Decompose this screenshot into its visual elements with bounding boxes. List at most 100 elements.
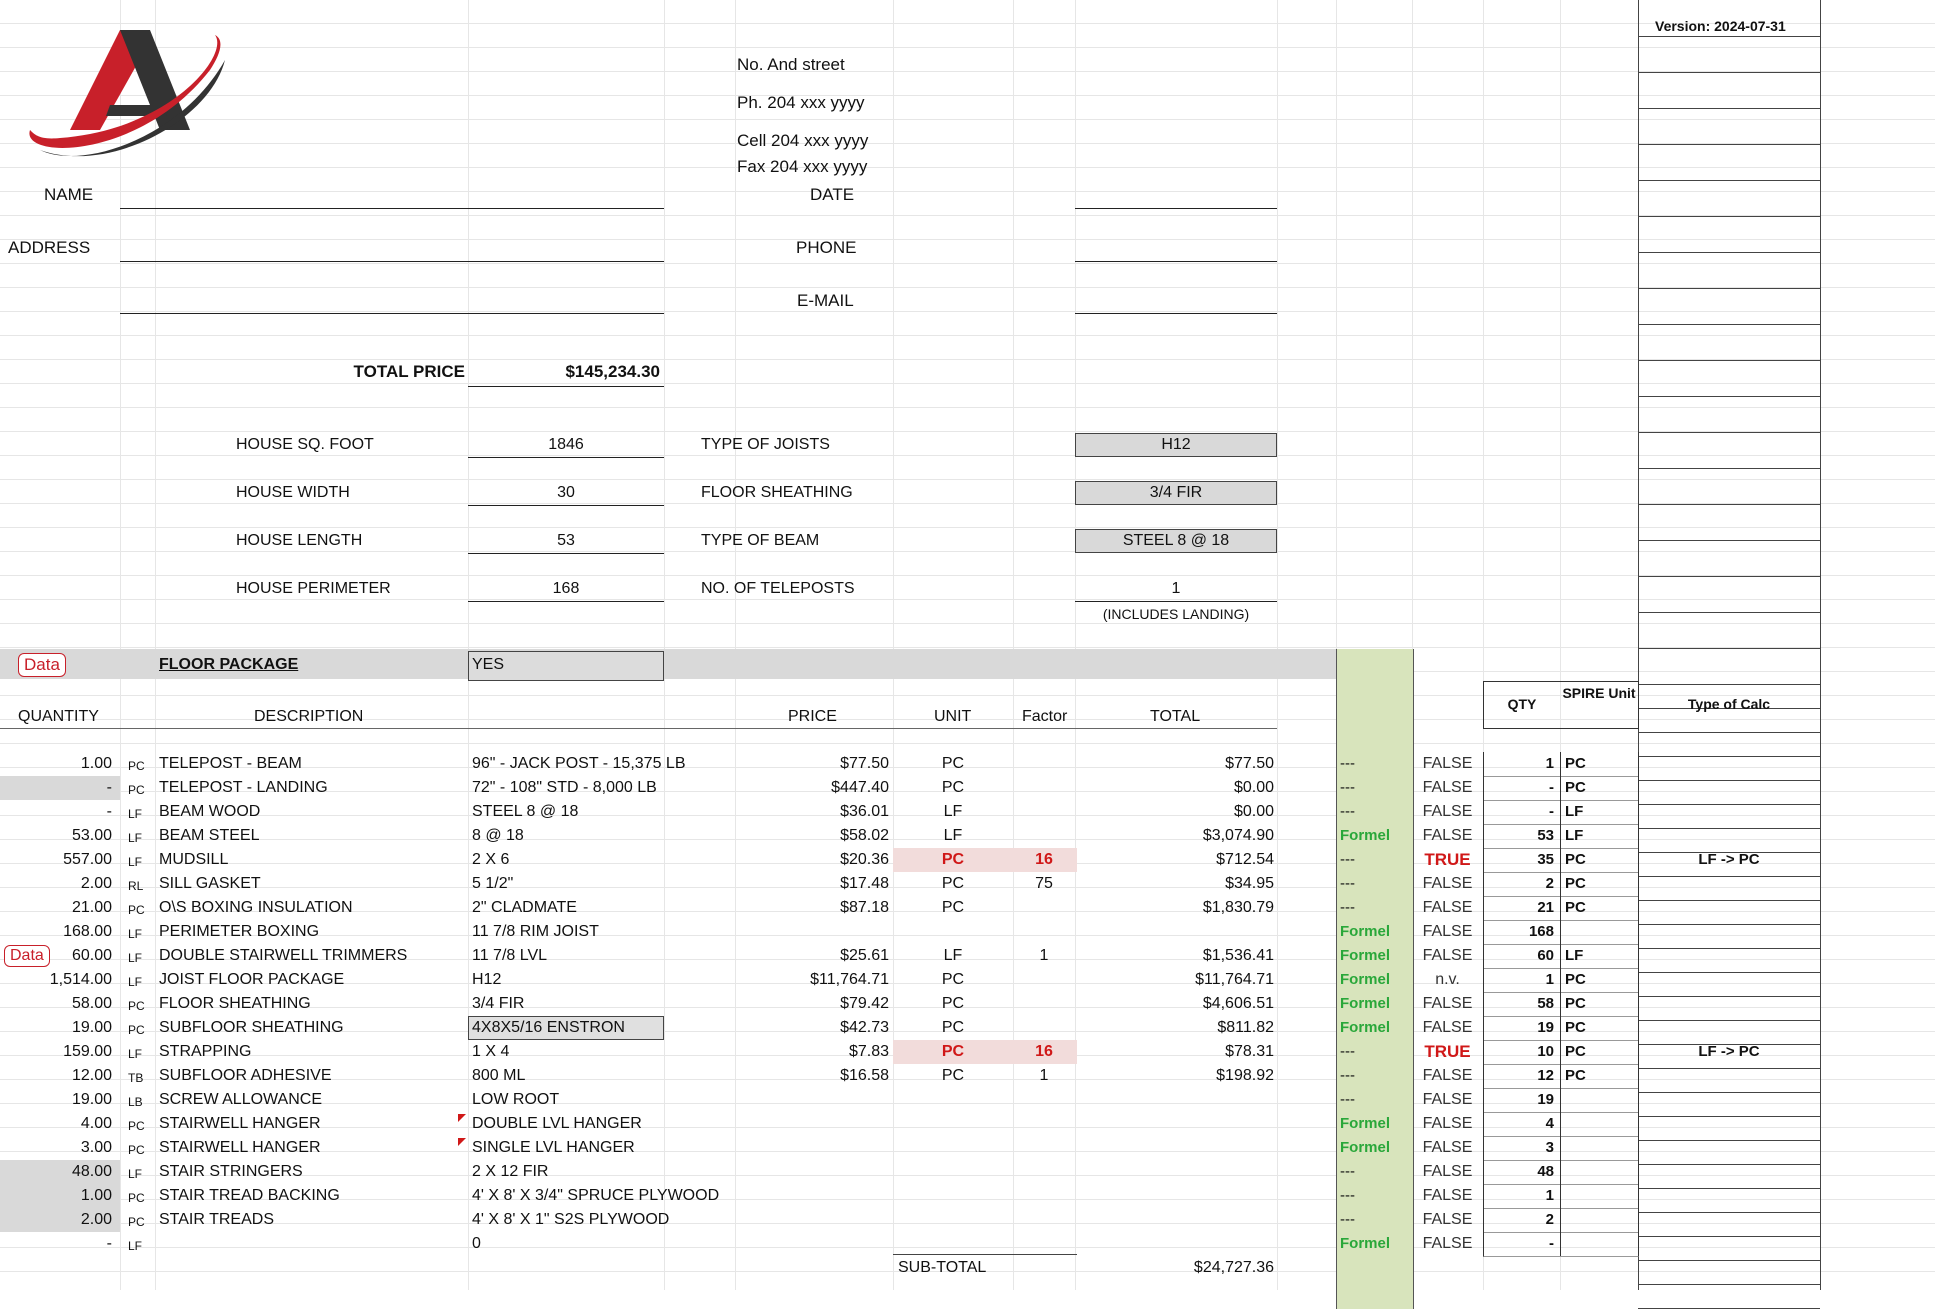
row-description: BEAM WOOD [159, 803, 261, 820]
row-spec: LOW ROOT [472, 1091, 560, 1108]
row-total: $1,536.41 [1202, 947, 1274, 964]
row-spec[interactable]: 4X8X5/16 ENSTRON [472, 1018, 625, 1038]
type-calc-cell [1638, 1284, 1820, 1309]
row-quantity[interactable]: 58.00 [0, 994, 112, 1014]
spire-divider [1560, 992, 1561, 1016]
row-quantity[interactable]: - [0, 802, 112, 822]
row-quantity[interactable]: 19.00 [0, 1090, 112, 1110]
house-sqft-value[interactable]: 1846 [468, 435, 664, 455]
row-price: $79.42 [840, 995, 889, 1012]
row-conversion-flag: FALSE [1422, 779, 1473, 796]
type-calc-cell [1638, 252, 1820, 289]
row-quantity[interactable]: 3.00 [0, 1138, 112, 1158]
row-description: MUDSILL [159, 851, 229, 868]
row-factor: 1 [1039, 947, 1049, 964]
row-description: SUBFLOOR SHEATHING [159, 1019, 344, 1036]
row-quantity[interactable]: 21.00 [0, 898, 112, 918]
row-total: $0.00 [1233, 779, 1274, 796]
row-uom: LF [128, 807, 143, 821]
row-quantity[interactable]: 2.00 [0, 874, 112, 894]
row-conversion-flag: FALSE [1422, 1139, 1473, 1156]
spire-divider [1560, 1232, 1561, 1256]
row-quantity[interactable]: 1,514.00 [0, 970, 112, 990]
company-logo-icon [29, 30, 225, 157]
type-calc-cell [1638, 924, 1820, 949]
phone-field[interactable] [1075, 261, 1277, 262]
name-field[interactable] [120, 208, 664, 209]
row-spire-qty: 58 [1537, 995, 1554, 1012]
row-uom: LF [128, 831, 143, 845]
row-quantity[interactable]: 19.00 [0, 1018, 112, 1038]
row-data-button[interactable]: Data [4, 945, 50, 967]
row-spec: 11 7/8 LVL [472, 947, 548, 964]
teleposts-underline [1075, 601, 1277, 602]
row-quantity[interactable]: 159.00 [0, 1042, 112, 1062]
col-header-total: TOTAL [1150, 708, 1201, 725]
row-uom: PC [128, 1215, 145, 1229]
row-quantity[interactable]: 4.00 [0, 1114, 112, 1134]
row-price: $11,764.71 [810, 971, 889, 988]
row-quantity[interactable]: - [0, 1234, 112, 1254]
row-quantity[interactable]: 2.00 [0, 1210, 112, 1230]
row-formula-flag: Formel [1340, 1115, 1391, 1132]
row-spec: 96" - JACK POST - 15,375 LB [472, 755, 686, 772]
data-button[interactable]: Data [18, 653, 66, 677]
row-quantity[interactable]: 48.00 [0, 1162, 112, 1182]
spire-divider [1560, 1160, 1561, 1184]
row-quantity[interactable]: 1.00 [0, 1186, 112, 1206]
row-spire-unit: PC [1565, 755, 1586, 772]
comment-marker-icon [458, 1114, 466, 1122]
row-total: $712.54 [1216, 851, 1274, 868]
type-calc-cell [1638, 1140, 1820, 1165]
address-field[interactable] [120, 261, 664, 262]
row-spire-unit: PC [1565, 851, 1586, 868]
row-formula-flag: Formel [1340, 1139, 1391, 1156]
row-unit: LF [943, 803, 963, 820]
row-formula-flag: --- [1340, 803, 1355, 820]
row-description: TELEPOST - LANDING [159, 779, 328, 796]
email-field[interactable] [1075, 313, 1277, 314]
row-formula-flag: --- [1340, 755, 1355, 772]
grid-col [468, 0, 469, 1290]
spire-divider [1560, 1112, 1561, 1136]
type-calc-cell [1638, 780, 1820, 805]
teleposts-value[interactable]: 1 [1075, 579, 1277, 599]
date-field[interactable] [1075, 208, 1277, 209]
row-spire-qty: - [1549, 803, 1554, 820]
row-quantity[interactable]: 1.00 [0, 754, 112, 774]
col-header-unit: UNIT [934, 708, 972, 725]
house-width-value[interactable]: 30 [468, 483, 664, 503]
row-quantity[interactable]: 12.00 [0, 1066, 112, 1086]
type-calc-cell [1638, 1260, 1820, 1285]
row-quantity[interactable]: 168.00 [0, 922, 112, 942]
sheathing-value: 3/4 FIR [1149, 484, 1203, 501]
row-spire-qty: 48 [1537, 1163, 1554, 1180]
row-spire-qty: 60 [1537, 947, 1554, 964]
row-quantity[interactable]: - [0, 778, 112, 798]
row-spec: 0 [472, 1235, 481, 1252]
row-description: STAIRWELL HANGER [159, 1115, 321, 1132]
spire-divider [1560, 800, 1561, 824]
row-spire-unit: LF [1565, 827, 1584, 844]
row-total: $77.50 [1225, 755, 1274, 772]
type-calc-cell [1638, 996, 1820, 1021]
version-label: Version: 2024-07-31 [1655, 18, 1786, 34]
row-total: $34.95 [1225, 875, 1274, 892]
row-unit: PC [941, 971, 965, 988]
house-length-value[interactable]: 53 [468, 531, 664, 551]
row-uom: PC [128, 1191, 145, 1205]
row-quantity[interactable]: 53.00 [0, 826, 112, 846]
teleposts-label: NO. OF TELEPOSTS [701, 580, 855, 597]
row-uom: LF [128, 1167, 143, 1181]
row-spec: SINGLE LVL HANGER [472, 1139, 635, 1156]
address-field-2[interactable] [120, 313, 664, 314]
company-fax: Fax 204 xxx yyyy [737, 157, 868, 176]
row-conversion-flag: FALSE [1422, 803, 1473, 820]
row-spec: 11 7/8 RIM JOIST [472, 923, 599, 940]
row-description: SUBFLOOR ADHESIVE [159, 1067, 332, 1084]
row-description: O\S BOXING INSULATION [159, 899, 353, 916]
row-unit: LF [943, 827, 963, 844]
row-quantity[interactable]: 557.00 [0, 850, 112, 870]
type-calc-cell [1638, 612, 1820, 649]
spire-divider [1560, 1040, 1561, 1064]
